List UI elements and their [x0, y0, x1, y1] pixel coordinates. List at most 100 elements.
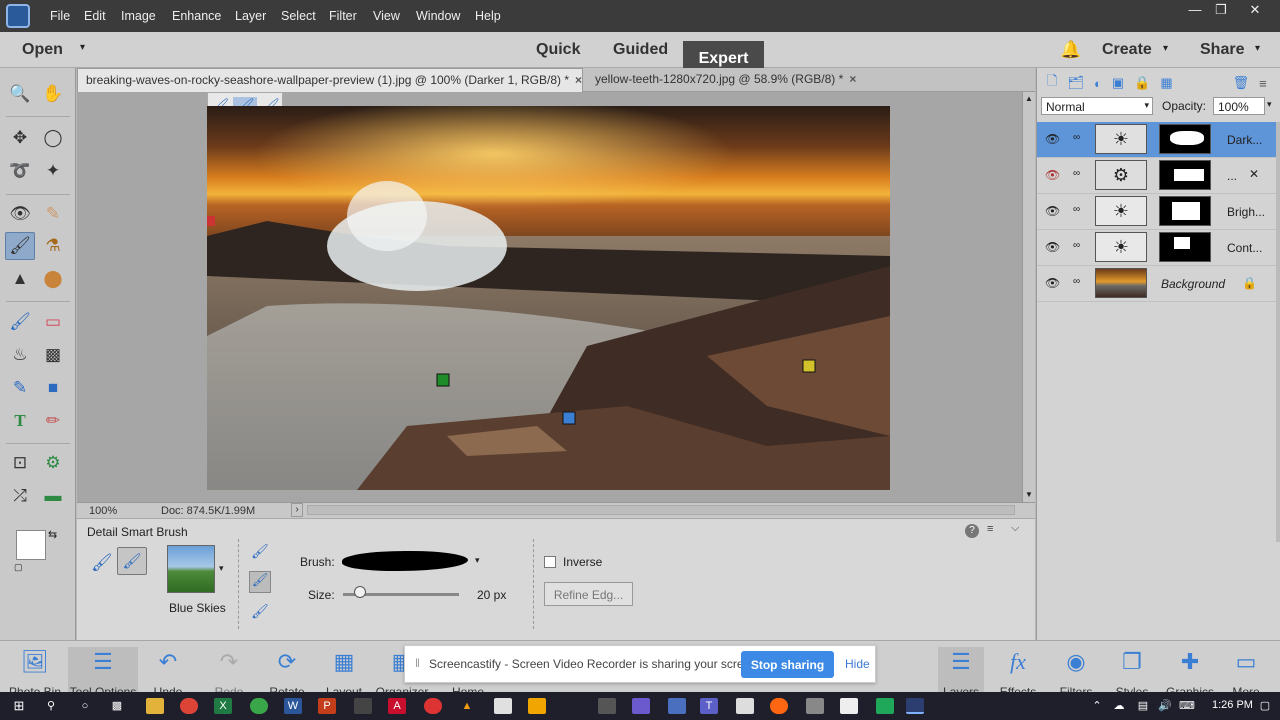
- swap-colors-icon[interactable]: ⇆: [48, 528, 57, 541]
- menu-filter[interactable]: Filter: [329, 9, 357, 23]
- straighten-tool-icon[interactable]: ⤮: [5, 482, 35, 510]
- app-icon[interactable]: [632, 698, 650, 714]
- crop-tool-icon[interactable]: ⊡: [5, 449, 35, 477]
- mode-quick[interactable]: Quick: [536, 41, 580, 59]
- app-icon[interactable]: [736, 698, 754, 714]
- vertical-scrollbar[interactable]: ▲ ▼: [1022, 92, 1035, 502]
- link-icon[interactable]: ∞: [1073, 132, 1080, 143]
- subtract-brush-icon[interactable]: 🖌: [249, 571, 271, 593]
- layer-lock-icon[interactable]: 🔒: [1242, 276, 1257, 290]
- pin-red-icon[interactable]: [207, 216, 215, 226]
- add-brush-icon[interactable]: 🖌: [251, 543, 269, 560]
- link-icon[interactable]: ∞: [1073, 168, 1080, 179]
- brush-selected-mode-icon[interactable]: 🖌: [117, 547, 147, 575]
- preset-dropdown-icon[interactable]: ▾: [219, 563, 224, 574]
- pin-blue-icon[interactable]: [562, 411, 576, 425]
- tab-close-icon[interactable]: ×: [849, 72, 856, 86]
- search-icon[interactable]: ⚲: [42, 698, 60, 714]
- eye-icon[interactable]: 👁: [1045, 276, 1060, 290]
- create-dropdown-icon[interactable]: ▾: [1163, 43, 1168, 54]
- photoshop-elements-taskbar-icon[interactable]: [906, 698, 924, 714]
- opacity-input[interactable]: 100%: [1213, 97, 1265, 115]
- app-icon[interactable]: [354, 698, 372, 714]
- restore-icon[interactable]: ❐: [1204, 2, 1238, 20]
- menu-select[interactable]: Select: [281, 9, 316, 23]
- menu-help[interactable]: Help: [475, 9, 501, 23]
- app-icon[interactable]: [494, 698, 512, 714]
- size-slider-handle[interactable]: [354, 586, 367, 598]
- new-group-icon[interactable]: 🗂: [1067, 75, 1084, 91]
- inverse-checkbox[interactable]: [544, 556, 556, 568]
- excel-icon[interactable]: X: [214, 698, 232, 714]
- opacity-dropdown-icon[interactable]: ▾: [1267, 99, 1272, 110]
- share-button[interactable]: Share: [1200, 41, 1244, 59]
- shape-tool-icon[interactable]: ■: [38, 374, 68, 402]
- intersect-brush-icon[interactable]: 🖌: [251, 603, 269, 620]
- lock-transparent-icon[interactable]: ▦: [1160, 75, 1172, 91]
- hand-tool-icon[interactable]: ✋: [38, 80, 68, 108]
- recompose-tool-icon[interactable]: ⚙: [38, 449, 68, 477]
- preset-thumbnail[interactable]: [167, 545, 215, 593]
- menu-enhance[interactable]: Enhance: [172, 9, 221, 23]
- menu-image[interactable]: Image: [121, 9, 156, 23]
- stop-sharing-button[interactable]: Stop sharing: [741, 651, 834, 678]
- brush-tool-icon[interactable]: 🖌: [5, 308, 35, 336]
- lock-all-icon[interactable]: 🔒: [1134, 75, 1150, 91]
- menu-edit[interactable]: Edit: [84, 9, 106, 23]
- layer-row-hidden[interactable]: 👁 ∞ ⚙ ... ✕: [1037, 158, 1277, 194]
- marquee-tool-icon[interactable]: ◯: [38, 124, 68, 152]
- default-colors-icon[interactable]: ▢: [14, 562, 23, 573]
- menu-view[interactable]: View: [373, 9, 400, 23]
- blend-mode-select[interactable]: Normal ▾: [1041, 97, 1153, 115]
- red-circle-app-icon[interactable]: [424, 698, 442, 714]
- pencil-tool-icon[interactable]: ✏: [38, 407, 68, 435]
- clock[interactable]: 1:26 PM: [1212, 699, 1253, 711]
- refine-edge-button[interactable]: Refine Edg...: [544, 582, 633, 606]
- eye-icon[interactable]: 👁: [1045, 132, 1060, 146]
- acrobat-icon[interactable]: A: [388, 698, 406, 714]
- red-eye-tool-icon[interactable]: 👁: [5, 200, 35, 228]
- eye-icon[interactable]: 👁: [1045, 240, 1060, 254]
- app-icon[interactable]: [668, 698, 686, 714]
- detail-brush-icon[interactable]: 🖌: [91, 553, 113, 573]
- app-icon[interactable]: [840, 698, 858, 714]
- tab-close-icon[interactable]: ×: [575, 73, 582, 87]
- firefox-icon[interactable]: [770, 698, 788, 714]
- word-icon[interactable]: W: [284, 698, 302, 714]
- share-dropdown-icon[interactable]: ▾: [1255, 43, 1260, 54]
- create-button[interactable]: Create: [1102, 41, 1152, 59]
- horizontal-scrollbar[interactable]: [307, 505, 1015, 515]
- action-center-icon[interactable]: ▢: [1256, 698, 1274, 714]
- vlc-icon[interactable]: ▲: [458, 698, 476, 714]
- close-window-icon[interactable]: ✕: [1238, 2, 1272, 20]
- blend-dropdown-icon[interactable]: ▾: [1144, 100, 1149, 111]
- scroll-down-icon[interactable]: ▼: [1025, 490, 1033, 499]
- eraser-tool-icon[interactable]: ▭: [38, 308, 68, 336]
- app-icon[interactable]: [598, 698, 616, 714]
- link-icon[interactable]: ∞: [1073, 204, 1080, 215]
- magic-wand-tool-icon[interactable]: ✦: [38, 157, 68, 185]
- eye-icon[interactable]: 👁: [1045, 204, 1060, 218]
- eyedropper-tool-icon[interactable]: ✎: [5, 374, 35, 402]
- document-photo[interactable]: [207, 106, 890, 490]
- foreground-color-swatch[interactable]: [16, 530, 46, 560]
- menu-window[interactable]: Window: [416, 9, 460, 23]
- link-icon[interactable]: ∞: [1073, 276, 1080, 287]
- file-explorer-icon[interactable]: [146, 698, 164, 714]
- canvas-area[interactable]: 🖌 🖌 🖌: [77, 92, 1022, 502]
- healing-brush-tool-icon[interactable]: ✎: [38, 200, 68, 228]
- link-icon[interactable]: ∞: [1073, 240, 1080, 251]
- smart-brush-tool-icon[interactable]: 🖌: [5, 232, 35, 260]
- tab-document-2[interactable]: yellow-teeth-1280x720.jpg @ 58.9% (RGB/8…: [587, 68, 864, 92]
- start-icon[interactable]: ⊞: [10, 698, 28, 714]
- content-move-tool-icon[interactable]: ▬: [38, 482, 68, 510]
- task-view-icon[interactable]: ▩: [108, 698, 126, 714]
- adjustment-layer-icon[interactable]: ◐: [1094, 76, 1102, 91]
- brush-dropdown-icon[interactable]: ▾: [475, 555, 480, 566]
- mode-guided[interactable]: Guided: [613, 41, 668, 59]
- powerpoint-icon[interactable]: P: [318, 698, 336, 714]
- layer-row-brighter[interactable]: 👁 ∞ ☀ Brigh...: [1037, 194, 1277, 230]
- move-tool-icon[interactable]: ✥: [5, 124, 35, 152]
- pin-yellow-icon[interactable]: [802, 359, 816, 373]
- app-icon[interactable]: [528, 698, 546, 714]
